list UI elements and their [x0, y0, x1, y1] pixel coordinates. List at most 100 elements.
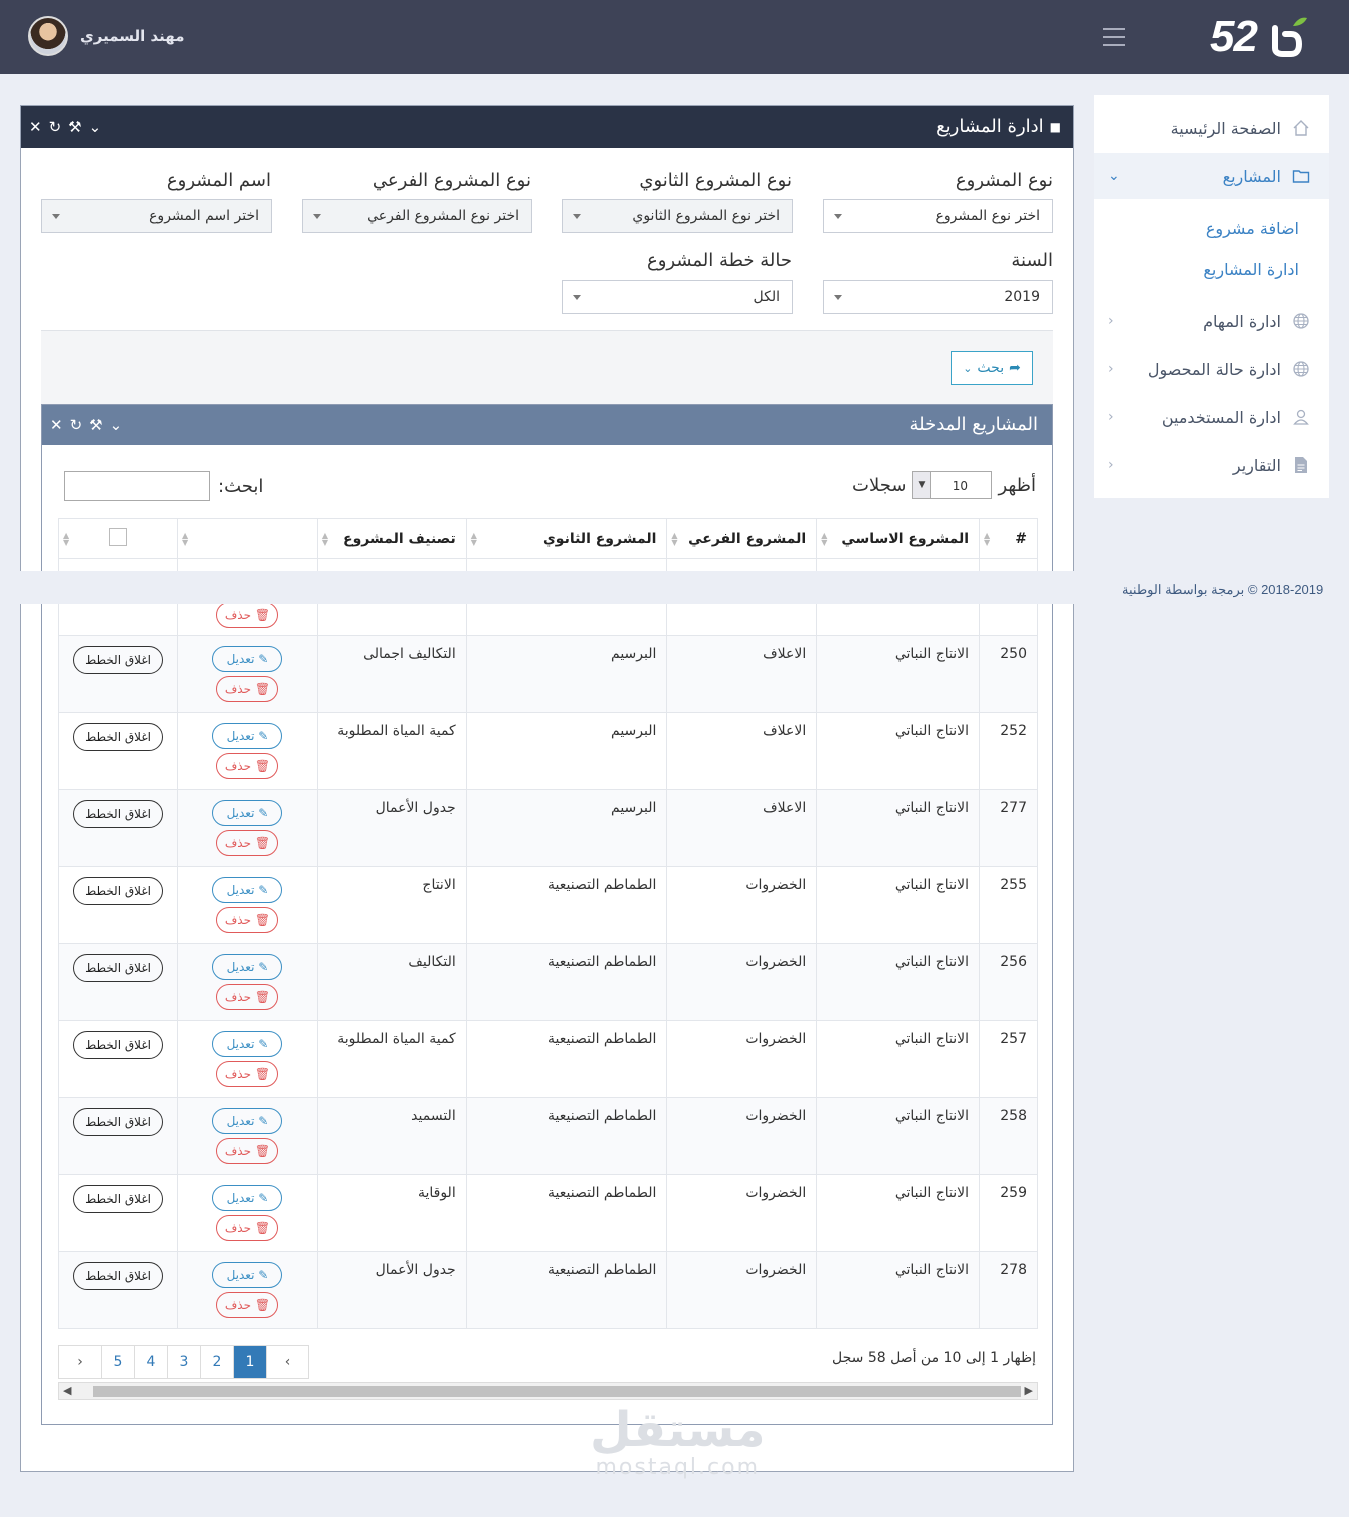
edit-button[interactable]: ✎ تعديل	[212, 1108, 283, 1134]
close-plans-button[interactable]: اغلاق الخطط	[73, 954, 164, 982]
edit-button[interactable]: ✎ تعديل	[212, 954, 283, 980]
menu-toggle-icon[interactable]	[1103, 28, 1125, 46]
close-plans-button[interactable]: اغلاق الخطط	[73, 1185, 164, 1213]
close-plans-button[interactable]: اغلاق الخطط	[73, 1108, 164, 1136]
collapse-icon[interactable]: ⌄	[89, 118, 102, 136]
delete-button[interactable]: 🗑 حذف	[216, 753, 279, 779]
edit-button[interactable]: ✎ تعديل	[212, 723, 283, 749]
page-button[interactable]: 3	[167, 1346, 200, 1378]
page-length-select[interactable]: 10 ▼	[912, 471, 993, 499]
caret-down-icon	[834, 295, 842, 300]
table-row: 256 الانتاج النباتي الخضروات الطماطم الت…	[57, 943, 1038, 1021]
edit-button[interactable]: ✎ تعديل	[212, 1185, 283, 1211]
delete-button[interactable]: 🗑 حذف	[216, 676, 279, 702]
page-button[interactable]: 2	[200, 1346, 233, 1378]
column-header-category[interactable]: تصنيف المشروع ▲ ▼	[316, 518, 467, 559]
column-header-actions[interactable]: ▲ ▼	[177, 518, 318, 559]
select-value: اختر نوع المشروع	[935, 208, 1040, 224]
delete-button[interactable]: 🗑 حذف	[216, 1215, 279, 1241]
sub-type-select[interactable]: اختر نوع المشروع الفرعي	[302, 199, 532, 233]
wrench-icon[interactable]: ⚒	[68, 118, 81, 136]
cell-category: جدول الأعمال	[316, 1251, 467, 1329]
edit-button[interactable]: ✎ تعديل	[212, 877, 283, 903]
year-select[interactable]: 2019	[823, 280, 1053, 314]
delete-button[interactable]: 🗑 حذف	[216, 1138, 279, 1164]
delete-button[interactable]: 🗑 حذف	[216, 602, 279, 628]
close-plans-button[interactable]: اغلاق الخطط	[73, 877, 164, 905]
sidebar-item-crop-status[interactable]: ادارة حالة المحصول ‹	[1108, 346, 1311, 392]
close-icon[interactable]: ✕	[50, 416, 63, 434]
plan-status-select[interactable]: الكل	[562, 280, 793, 314]
delete-button[interactable]: 🗑 حذف	[216, 984, 279, 1010]
scrollbar-thumb[interactable]	[93, 1386, 1021, 1397]
close-plans-button[interactable]: اغلاق الخطط	[73, 1262, 164, 1290]
sidebar-item-reports[interactable]: التقارير ‹	[1108, 442, 1311, 488]
next-page-button[interactable]: ›	[59, 1346, 101, 1378]
wrench-icon[interactable]: ⚒	[89, 416, 102, 434]
sidebar-subitem-add-project[interactable]: اضافة مشروع	[1206, 219, 1299, 238]
delete-button[interactable]: 🗑 حذف	[216, 1292, 279, 1318]
projects-panel: ■ ادارة المشاريع ✕ ↻ ⚒ ⌄ نوع المشروع اخت…	[20, 105, 1074, 1472]
sidebar-item-home[interactable]: الصفحة الرئيسية	[1108, 105, 1311, 151]
page-button-current[interactable]: 1	[233, 1346, 266, 1378]
sort-icon: ▲ ▼	[470, 531, 477, 547]
select-all-checkbox[interactable]	[109, 527, 127, 546]
close-plans-button[interactable]: اغلاق الخطط	[73, 646, 164, 674]
edit-button[interactable]: ✎ تعديل	[212, 1031, 283, 1057]
delete-button[interactable]: 🗑 حذف	[216, 830, 279, 856]
sidebar-item-tasks[interactable]: ادارة المهام ‹	[1108, 298, 1311, 344]
edit-button[interactable]: ✎ تعديل	[212, 800, 283, 826]
refresh-icon[interactable]: ↻	[70, 416, 83, 434]
sidebar-item-label: التقارير	[1232, 455, 1281, 475]
user-menu[interactable]: مهند السميري	[28, 16, 185, 56]
project-name-select[interactable]: اختر اسم المشروع	[41, 199, 272, 233]
secondary-type-select[interactable]: اختر نوع المشروع الثانوي	[562, 199, 793, 233]
caret-down-icon	[573, 295, 581, 300]
delete-button[interactable]: 🗑 حذف	[216, 907, 279, 933]
close-plans-button[interactable]: اغلاق الخطط	[73, 1031, 164, 1059]
refresh-icon[interactable]: ↻	[49, 118, 62, 136]
chevron-left-icon: ‹	[1108, 409, 1114, 425]
column-header-secondary[interactable]: المشروع الثانوي ▲ ▼	[465, 518, 668, 559]
delete-button[interactable]: 🗑 حذف	[216, 1061, 279, 1087]
edit-button[interactable]: ✎ تعديل	[212, 646, 283, 672]
cell-main: الانتاج النباتي	[816, 943, 981, 1021]
scroll-right-icon[interactable]: ▶	[1025, 1383, 1033, 1399]
project-type-label: نوع المشروع	[955, 170, 1053, 191]
page-button[interactable]: 5	[101, 1346, 134, 1378]
home-icon	[1291, 118, 1311, 138]
logo-number: 52	[1210, 12, 1258, 61]
table-row: 259 الانتاج النباتي الخضروات الطماطم الت…	[57, 1174, 1038, 1252]
column-header-id[interactable]: # ▲ ▼	[979, 518, 1038, 559]
search-button[interactable]: ➦ بحث ⌄	[951, 351, 1033, 385]
table-row: 278 الانتاج النباتي الخضروات الطماطم الت…	[57, 1251, 1038, 1329]
table-search-input[interactable]	[64, 471, 210, 501]
horizontal-scrollbar[interactable]: ◀ ▶	[58, 1382, 1038, 1400]
close-plans-button[interactable]: اغلاق الخطط	[73, 800, 164, 828]
scroll-left-icon[interactable]: ◀	[63, 1383, 71, 1399]
sidebar-subitem-manage-projects[interactable]: ادارة المشاريع	[1203, 260, 1299, 279]
column-header-main[interactable]: المشروع الاساسي ▲ ▼	[816, 518, 981, 559]
cell-main: الانتاج النباتي	[816, 1097, 981, 1175]
close-icon[interactable]: ✕	[29, 118, 42, 136]
show-label: أظهر	[998, 474, 1036, 496]
close-plans-button[interactable]: اغلاق الخطط	[73, 723, 164, 751]
chevron-down-icon: ⌄	[963, 361, 973, 375]
table-row: 258 الانتاج النباتي الخضروات الطماطم الت…	[57, 1097, 1038, 1175]
column-header-select[interactable]: ▲ ▼	[57, 518, 179, 559]
project-type-select[interactable]: اختر نوع المشروع	[823, 199, 1053, 233]
previous-page-button[interactable]: ‹	[266, 1346, 308, 1378]
table-row: 255 الانتاج النباتي الخضروات الطماطم الت…	[57, 866, 1038, 944]
cell-sub: الاعلاف	[666, 712, 818, 790]
select-value: اختر نوع المشروع الثانوي	[632, 208, 780, 224]
column-header-sub[interactable]: المشروع الفرعي ▲ ▼	[666, 518, 818, 559]
inner-panel-title: المشاريع المدخلة	[909, 414, 1038, 435]
page-button[interactable]: 4	[134, 1346, 167, 1378]
edit-button[interactable]: ✎ تعديل	[212, 1262, 283, 1288]
logo[interactable]: 52	[1210, 10, 1309, 64]
sidebar-item-users[interactable]: ادارة المستخدمين ‹	[1108, 394, 1311, 440]
panel-tools: ✕ ↻ ⚒ ⌄	[29, 106, 101, 148]
collapse-icon[interactable]: ⌄	[110, 416, 123, 434]
sort-icon: ▲ ▼	[321, 531, 329, 547]
sidebar-item-projects[interactable]: المشاريع ⌄	[1094, 153, 1329, 199]
